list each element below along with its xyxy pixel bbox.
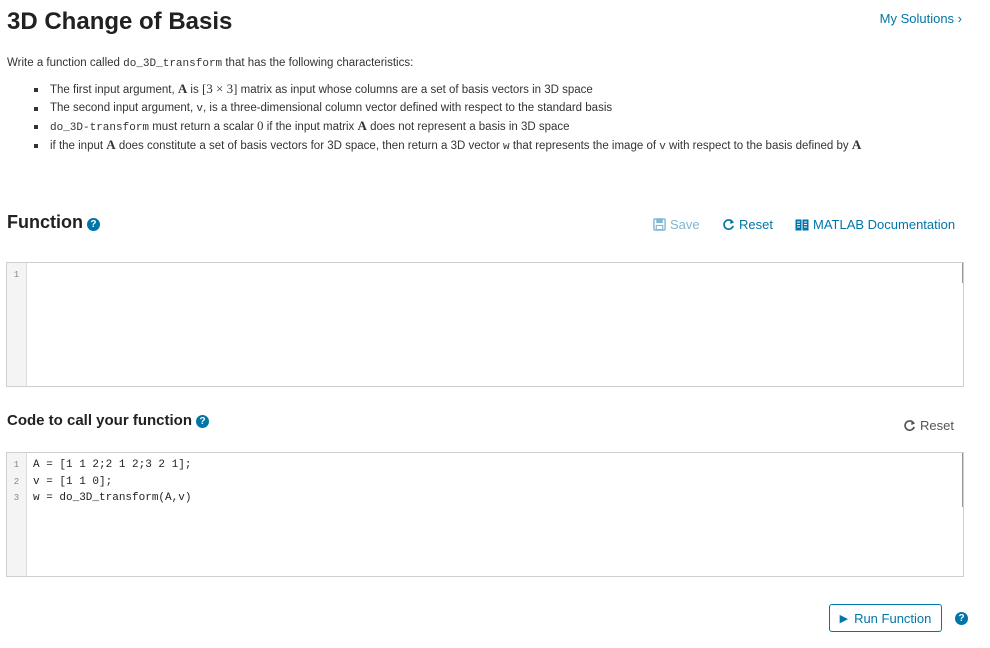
list-item: The second input argument, v, is a three…	[32, 99, 861, 118]
code-line[interactable]: A = [1 1 2;2 1 2;3 2 1];	[33, 457, 963, 474]
line-number-gutter: 1 2 3	[7, 453, 27, 576]
function-section-title: Function?	[7, 212, 100, 233]
list-item: if the input A does constitute a set of …	[32, 136, 861, 155]
problem-intro: Write a function called do_3D_transform …	[7, 57, 413, 70]
reset-label: Reset	[739, 217, 773, 232]
editor-scrollbar[interactable]	[962, 453, 963, 507]
reset-call-button[interactable]: Reset	[903, 418, 954, 433]
line-number: 1	[13, 270, 20, 280]
book-icon	[795, 219, 809, 230]
page-title: 3D Change of Basis	[7, 8, 233, 35]
editor-scrollbar[interactable]	[962, 263, 963, 283]
run-function-label: Run Function	[854, 610, 932, 626]
reset-icon	[723, 219, 735, 230]
code-line[interactable]: v = [1 1 0];	[33, 474, 963, 491]
reset-label: Reset	[920, 418, 954, 433]
help-icon[interactable]: ?	[86, 218, 100, 231]
line-number: 1	[13, 460, 20, 470]
play-icon: ▶	[839, 612, 849, 625]
save-button[interactable]: Save	[653, 217, 700, 232]
run-function-button[interactable]: ▶ Run Function	[829, 604, 942, 632]
call-code-editor[interactable]: 1 2 3 A = [1 1 2;2 1 2;3 2 1]; v = [1 1 …	[6, 452, 964, 577]
line-number: 3	[13, 493, 20, 503]
intro-prefix: Write a function called	[7, 57, 124, 69]
help-icon[interactable]: ?	[955, 612, 968, 625]
line-number: 2	[13, 476, 20, 487]
characteristics-list: The first input argument, A is [3 × 3] m…	[32, 80, 861, 154]
function-code-editor[interactable]: 1	[6, 262, 964, 387]
matlab-documentation-link[interactable]: MATLAB Documentation	[795, 217, 955, 232]
reset-function-button[interactable]: Reset	[722, 217, 773, 232]
save-icon	[653, 218, 666, 231]
code-line[interactable]	[33, 266, 963, 283]
reset-icon	[904, 420, 916, 431]
my-solutions-link[interactable]: My Solutions ›	[880, 11, 962, 26]
documentation-label: MATLAB Documentation	[813, 217, 956, 232]
list-item: The first input argument, A is [3 × 3] m…	[32, 80, 861, 99]
intro-suffix: that has the following characteristics:	[222, 57, 414, 69]
list-item: do_3D-transform must return a scalar 0 i…	[32, 117, 861, 136]
code-area[interactable]: A = [1 1 2;2 1 2;3 2 1]; v = [1 1 0]; w …	[33, 457, 963, 507]
call-section-title: Code to call your function?	[7, 412, 210, 429]
help-icon[interactable]: ?	[196, 415, 210, 428]
intro-function-name: do_3D_transform	[123, 58, 223, 70]
code-area[interactable]	[33, 266, 963, 283]
line-number-gutter: 1	[7, 263, 27, 386]
code-line[interactable]: w = do_3D_transform(A,v)	[33, 490, 963, 507]
save-label: Save	[670, 217, 700, 232]
